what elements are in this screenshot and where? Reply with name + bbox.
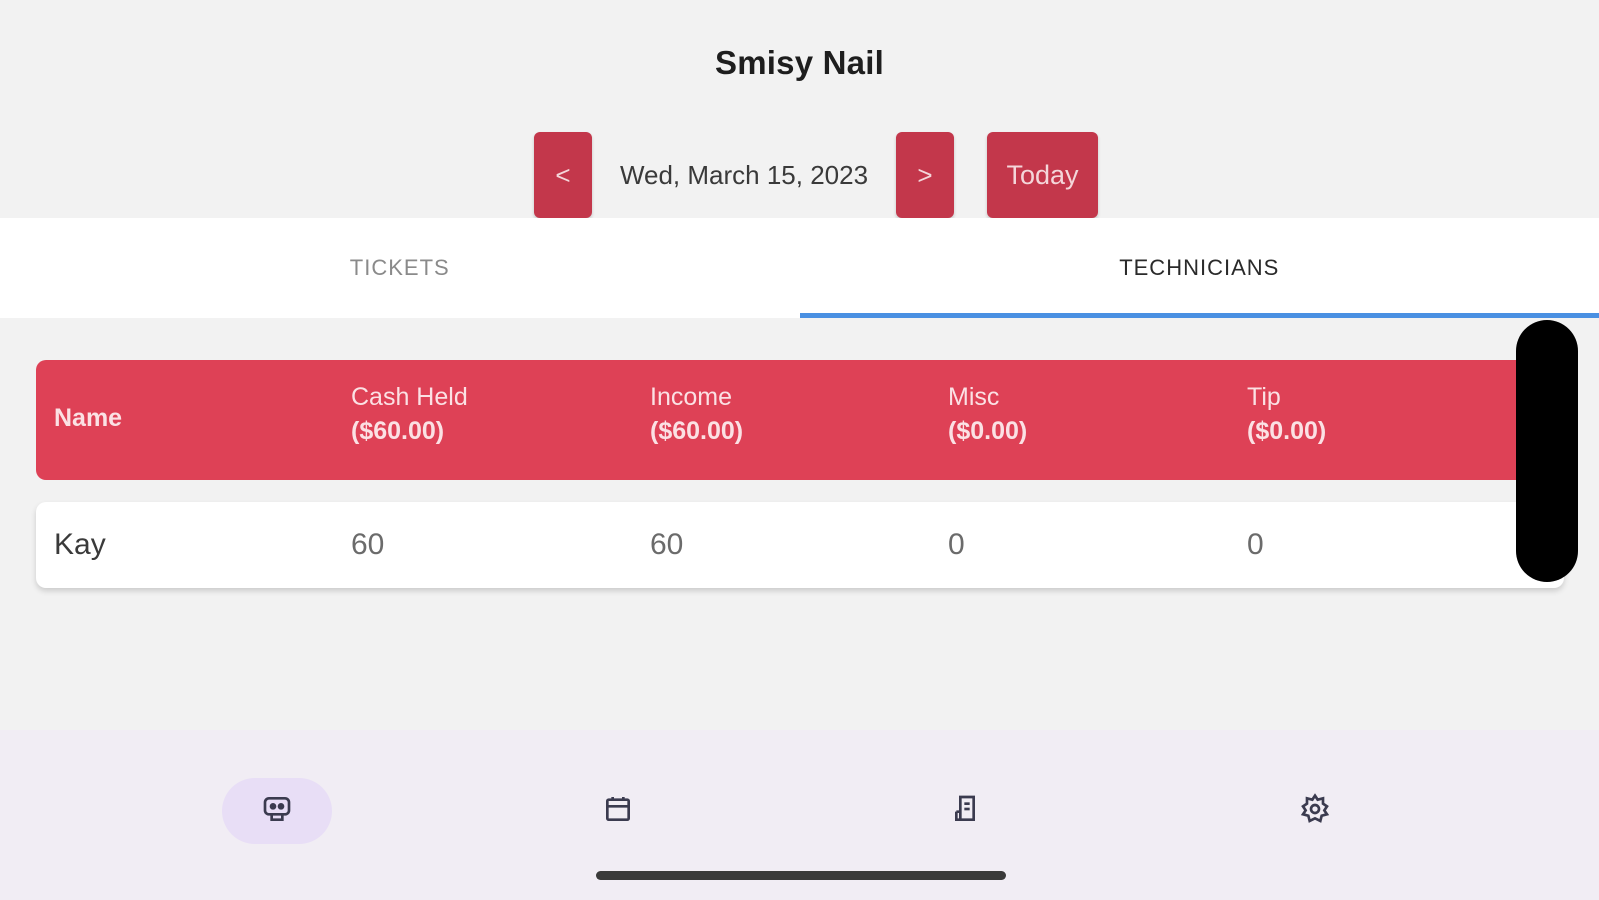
calendar-icon (602, 793, 634, 830)
column-header-misc-label: Misc (948, 383, 1000, 411)
tab-bar: TICKETS TECHNICIANS (0, 218, 1599, 318)
cell-income: 60 (650, 528, 684, 561)
column-header-misc-total: ($0.00) (948, 417, 1028, 445)
cell-cash-held: 60 (351, 528, 385, 561)
table-row[interactable]: Kay 60 60 0 0 (36, 502, 1564, 588)
nav-settings[interactable] (1260, 778, 1370, 844)
column-header-cash-held-total: ($60.00) (351, 417, 445, 445)
column-header-name-label: Name (54, 404, 123, 432)
tab-tickets-label: TICKETS (349, 255, 450, 280)
today-button[interactable]: Today (987, 132, 1098, 218)
column-header-tip-label: Tip (1247, 383, 1281, 411)
column-header-cash-held: Cash Held ($60.00) (351, 380, 468, 448)
active-tab-indicator (799, 313, 1599, 318)
column-header-tip-total: ($0.00) (1247, 417, 1327, 445)
column-header-misc: Misc ($0.00) (948, 380, 1027, 448)
cell-tip: 0 (1247, 528, 1264, 561)
date-navigator: < Wed, March 15, 2023 > Today (0, 132, 1599, 218)
column-header-income: Income ($60.00) (650, 380, 743, 448)
column-header-income-label: Income (650, 383, 732, 411)
gear-icon (1299, 792, 1331, 830)
home-indicator[interactable] (596, 871, 1006, 880)
column-header-cash-held-label: Cash Held (351, 383, 468, 411)
tab-technicians[interactable]: TECHNICIANS (799, 218, 1599, 318)
column-header-income-total: ($60.00) (650, 417, 744, 445)
current-date: Wed, March 15, 2023 (619, 159, 869, 190)
column-header-name: Name (54, 401, 122, 435)
register-icon (261, 793, 293, 830)
app-title: Smisy Nail (715, 44, 884, 81)
next-day-button[interactable]: > (896, 132, 954, 218)
receipt-icon (951, 793, 983, 830)
column-header-tip: Tip ($0.00) (1247, 380, 1326, 448)
previous-day-button[interactable]: < (534, 132, 592, 218)
table-header: Name Cash Held ($60.00) Income ($60.00) … (36, 360, 1564, 480)
cell-misc: 0 (948, 528, 965, 561)
cell-name: Kay (54, 528, 106, 561)
nav-reports[interactable] (912, 778, 1022, 844)
scrollbar-thumb[interactable] (1516, 320, 1578, 582)
nav-register[interactable] (222, 778, 332, 844)
tab-technicians-label: TECHNICIANS (1119, 255, 1280, 280)
nav-calendar[interactable] (563, 778, 673, 844)
tab-tickets[interactable]: TICKETS (0, 218, 800, 318)
